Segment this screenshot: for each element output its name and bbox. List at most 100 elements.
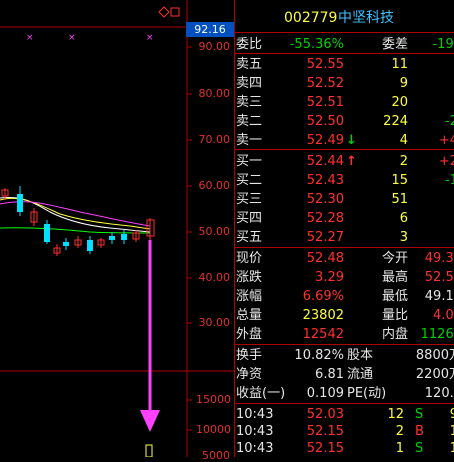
diamond-icon[interactable] bbox=[158, 6, 170, 18]
bid-quantity: 6 bbox=[399, 211, 408, 226]
arrow-down-icon: ↓ bbox=[346, 133, 357, 148]
quote-label: 外盘 bbox=[236, 327, 263, 342]
window-restore-icon[interactable] bbox=[170, 7, 180, 17]
marker-icon: × bbox=[68, 33, 76, 43]
trade-price: 52.03 bbox=[306, 407, 344, 422]
quote-row: 现价 52.48 今开 49.33 bbox=[236, 250, 454, 267]
stock-name: 中坚科技 bbox=[338, 10, 394, 26]
price-tick: 40.00 bbox=[198, 271, 231, 284]
ask-price: 52.55 bbox=[306, 57, 344, 72]
bid-quantity: 15 bbox=[391, 173, 408, 188]
trade-time: 10:43 bbox=[236, 424, 274, 439]
ma-line-60 bbox=[0, 227, 151, 234]
ask-price: 52.49 bbox=[306, 133, 344, 148]
quote-row: 涨幅 6.69% 最低 49.19 bbox=[236, 288, 454, 305]
weibi-value: -55.36% bbox=[289, 37, 344, 52]
quote-value: 6.69% bbox=[302, 289, 344, 304]
ask-quantity: 224 bbox=[383, 114, 408, 129]
panel-divider bbox=[234, 0, 235, 457]
panel-divider bbox=[234, 53, 454, 54]
bid-change: +2 bbox=[438, 154, 454, 169]
trade-time: 10:43 bbox=[236, 407, 274, 422]
bid-level-row[interactable]: 买四 52.28 6 bbox=[236, 210, 454, 227]
ask-price: 52.50 bbox=[306, 114, 344, 129]
ask-quantity: 11 bbox=[391, 57, 408, 72]
weibi-label: 委比 bbox=[236, 37, 263, 52]
bid-quantity: 3 bbox=[399, 230, 408, 245]
panel-divider bbox=[234, 149, 454, 150]
stats-value: 120.1 bbox=[424, 386, 454, 401]
trade-row[interactable]: 10:43 52.03 12 S 9 bbox=[236, 406, 454, 423]
quote-value: 11260 bbox=[420, 327, 454, 342]
stats-value: 10.82% bbox=[294, 348, 344, 363]
panel-divider bbox=[234, 247, 454, 248]
ask-level-row[interactable]: 卖二 52.50 224 -2 bbox=[236, 113, 454, 130]
trade-volume: 2 bbox=[395, 424, 404, 439]
stock-code: 002779 bbox=[284, 10, 338, 26]
bid-price: 52.43 bbox=[306, 173, 344, 188]
trade-volume: 1 bbox=[395, 441, 404, 456]
quote-label: 涨幅 bbox=[236, 289, 263, 304]
quote-label: 量比 bbox=[382, 308, 409, 323]
volume-bar bbox=[145, 444, 153, 457]
bid-price: 52.44 bbox=[306, 154, 344, 169]
bid-level-label: 买一 bbox=[236, 154, 263, 169]
quote-panel: 002779 中坚科技 委比 -55.36% 委差 -191 卖五52.5511… bbox=[236, 0, 454, 457]
ask-level-row[interactable]: 卖五 52.55 11 bbox=[236, 56, 454, 73]
volume-tick: 5000 bbox=[202, 449, 230, 462]
ask-price: 52.51 bbox=[306, 95, 344, 110]
quote-value: 49.19 bbox=[424, 289, 454, 304]
trade-count: 9 bbox=[449, 407, 454, 422]
weibi-row: 委比 -55.36% 委差 -191 bbox=[236, 36, 454, 53]
stats-label: 流通 bbox=[347, 367, 374, 382]
price-tick: 70.00 bbox=[198, 133, 231, 146]
stats-value: 2200万 bbox=[415, 367, 454, 382]
marker-icon: × bbox=[146, 33, 154, 43]
bid-level-label: 买二 bbox=[236, 173, 263, 188]
volume-tick: 10000 bbox=[196, 423, 231, 436]
bid-level-row[interactable]: 买一 52.44 ↑ 2 +2 bbox=[236, 153, 454, 170]
trade-row[interactable]: 10:43 52.15 2 B 1 bbox=[236, 423, 454, 440]
quote-value: 52.50 bbox=[424, 270, 454, 285]
stats-label: 收益(一) bbox=[236, 386, 286, 401]
trade-price: 52.15 bbox=[306, 441, 344, 456]
ask-level-row[interactable]: 卖一 52.49 ↓ 4 +4 bbox=[236, 132, 454, 149]
quote-row: 总量 23802 量比 4.02 bbox=[236, 307, 454, 324]
trade-count: 1 bbox=[449, 424, 454, 439]
stats-row: 换手 10.82%股本 8800万 bbox=[236, 347, 454, 364]
quote-value: 23802 bbox=[302, 308, 344, 323]
ask-level-row[interactable]: 卖三 52.51 20 bbox=[236, 94, 454, 111]
bid-quantity: 51 bbox=[391, 192, 408, 207]
quote-label: 最高 bbox=[382, 270, 409, 285]
panel-divider bbox=[234, 32, 454, 33]
quote-label: 总量 bbox=[236, 308, 263, 323]
price-tick: 30.00 bbox=[198, 316, 231, 329]
ask-change: -2 bbox=[445, 114, 454, 129]
trade-side: S bbox=[415, 441, 424, 456]
stats-value: 8800万 bbox=[415, 348, 454, 363]
price-tick: 90.00 bbox=[198, 40, 231, 53]
trade-row[interactable]: 10:43 52.15 1 S 1 bbox=[236, 440, 454, 457]
quote-label: 今开 bbox=[382, 251, 409, 266]
ask-level-label: 卖一 bbox=[236, 133, 263, 148]
panel-divider bbox=[234, 403, 454, 404]
bid-level-label: 买五 bbox=[236, 230, 263, 245]
stats-value: 6.81 bbox=[315, 367, 344, 382]
quote-label: 内盘 bbox=[382, 327, 409, 342]
bid-level-label: 买三 bbox=[236, 192, 263, 207]
top-price-tag: 92.16 bbox=[186, 22, 234, 37]
bid-price: 52.28 bbox=[306, 211, 344, 226]
bid-level-row[interactable]: 买二 52.43 15 -1 bbox=[236, 172, 454, 189]
arrow-up-icon: ↑ bbox=[346, 154, 357, 169]
stock-header: 002779 中坚科技 bbox=[236, 10, 454, 30]
stats-label: PE(动) bbox=[347, 386, 387, 401]
bid-level-row[interactable]: 买三 52.30 51 bbox=[236, 191, 454, 208]
ask-level-row[interactable]: 卖四 52.52 9 bbox=[236, 75, 454, 92]
candlesticks bbox=[1, 186, 155, 256]
bid-level-row[interactable]: 买五 52.27 3 bbox=[236, 229, 454, 246]
trade-price: 52.15 bbox=[306, 424, 344, 439]
price-tick: 50.00 bbox=[198, 225, 231, 238]
trade-side: S bbox=[415, 407, 424, 422]
quote-value: 3.29 bbox=[315, 270, 344, 285]
price-tick: 60.00 bbox=[198, 179, 231, 192]
